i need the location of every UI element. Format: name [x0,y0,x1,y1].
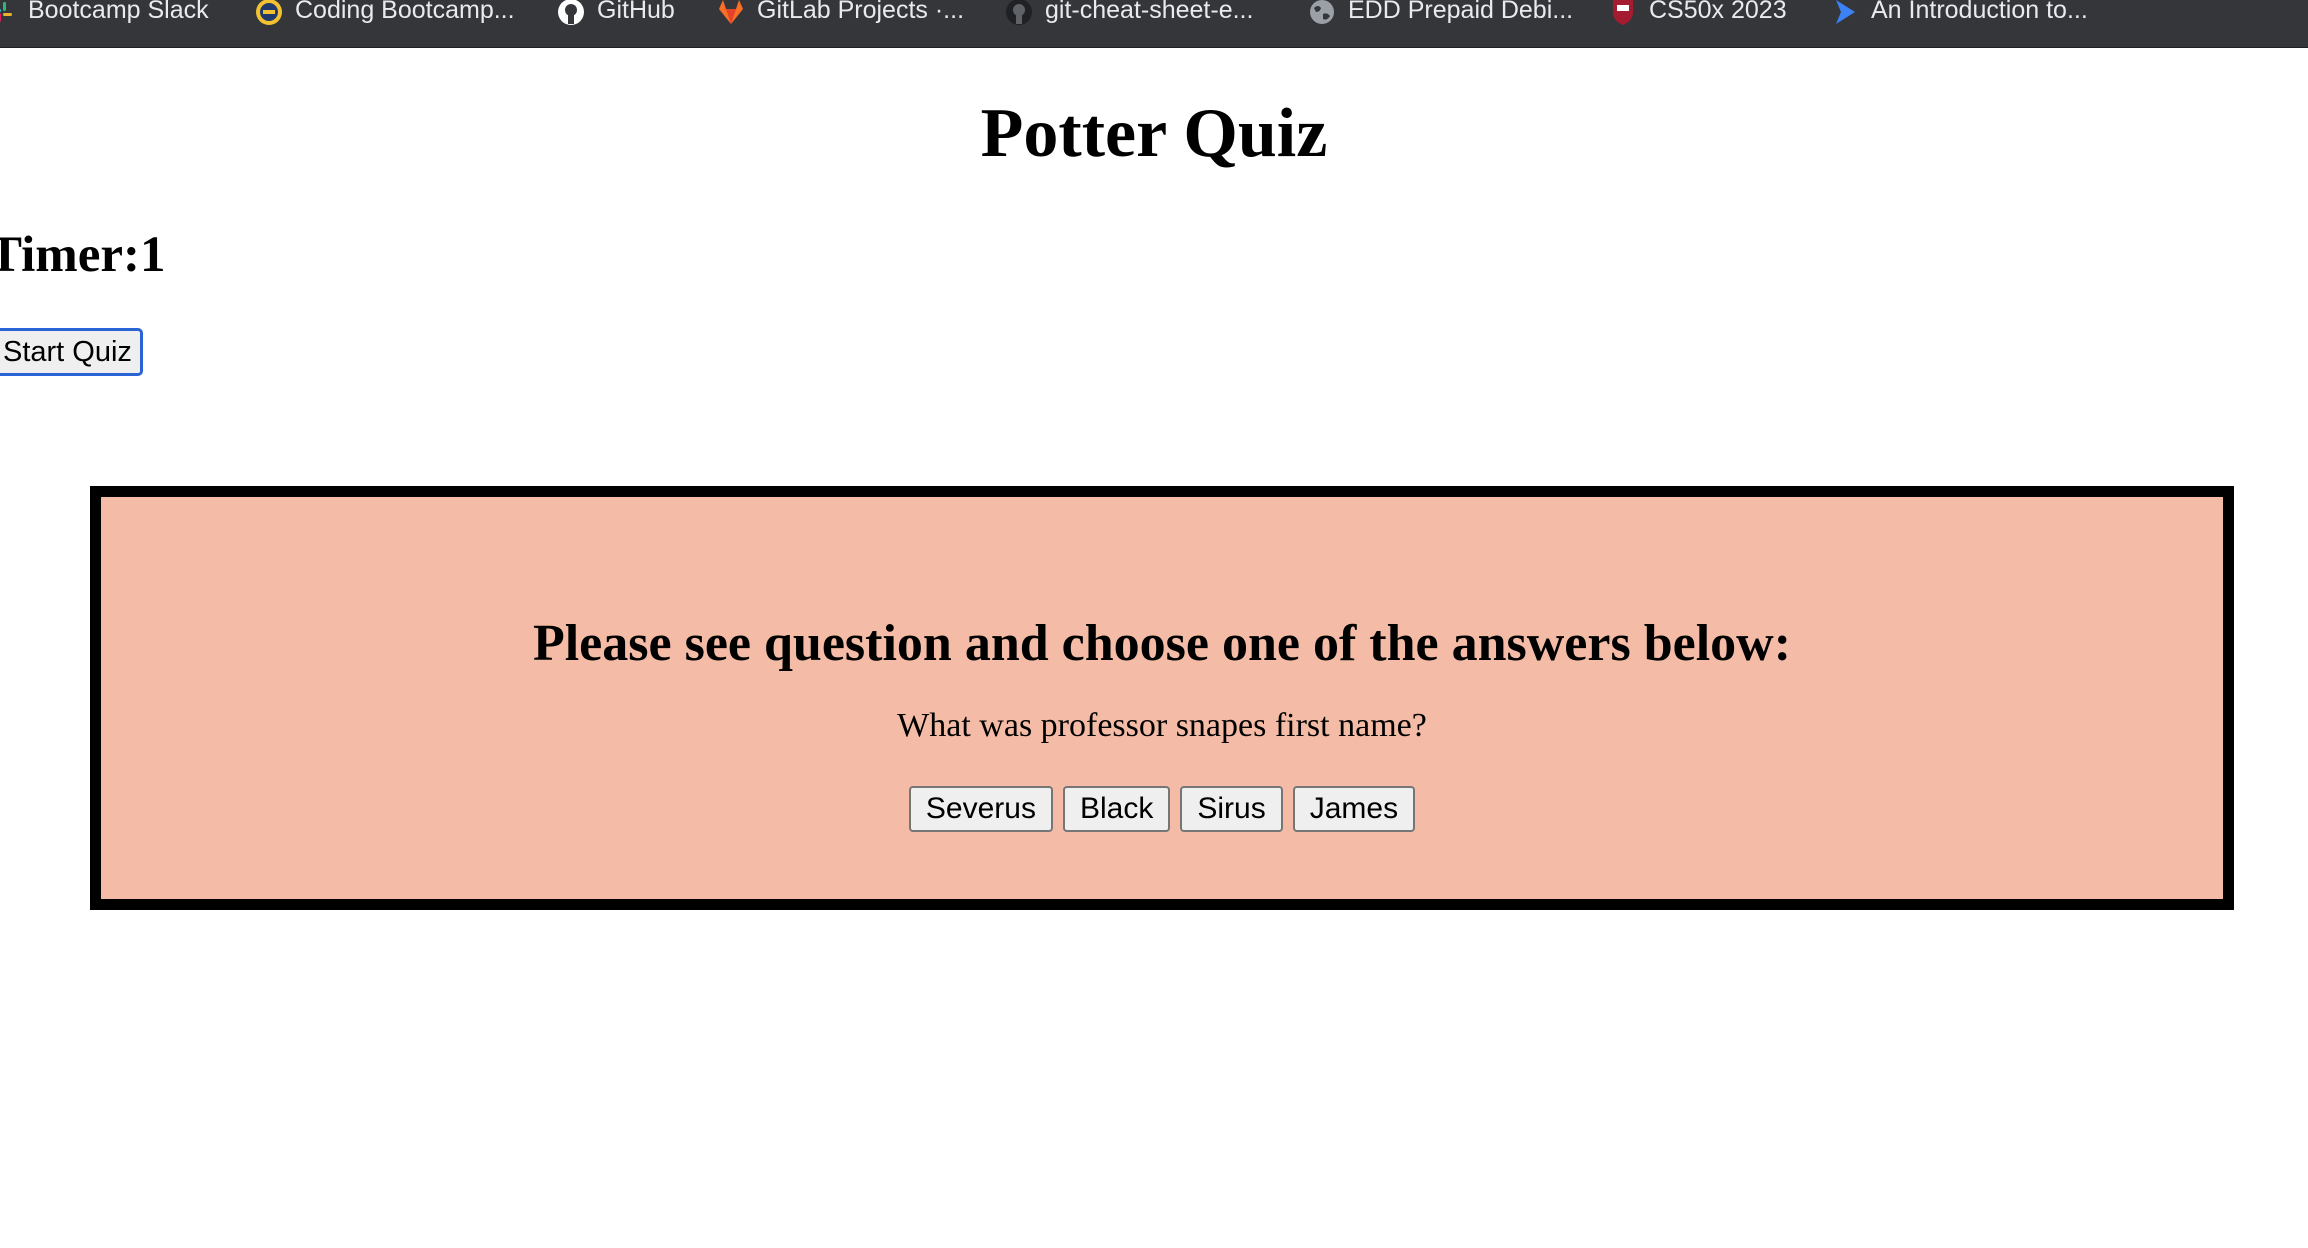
page-title: Potter Quiz [980,95,1328,172]
bookmark-label: git-cheat-sheet-e... [1045,0,1254,24]
bookmark-label: CS50x 2023 [1649,0,1787,24]
answer-button-james[interactable]: James [1292,786,1416,832]
bookmark-label: GitLab Projects ·... [757,0,965,24]
globe-icon [1308,0,1336,26]
answer-button-severus[interactable]: Severus [908,786,1053,832]
start-quiz-button[interactable]: Start Quiz [0,328,143,376]
bookmark-edd-prepaid[interactable]: EDD Prepaid Debi... [1308,0,1573,24]
bookmarks-bar: Bootcamp Slack Coding Bootcamp... GitHub [0,0,2308,48]
bookmark-git-cheat-sheet[interactable]: git-cheat-sheet-e... [1005,0,1254,26]
bookmark-bootcamp-slack[interactable]: Bootcamp Slack [0,0,209,24]
bootcamp-logo-icon [255,0,283,26]
bookmark-label: Bootcamp Slack [28,0,209,24]
bookmark-an-introduction[interactable]: An Introduction to... [1831,0,2088,24]
answer-button-sirus[interactable]: Sirus [1180,786,1283,832]
github-icon [1005,0,1033,26]
harvard-shield-icon [1609,0,1637,26]
bookmark-label: EDD Prepaid Debi... [1348,0,1574,24]
answer-options: Severus Black Sirus James [101,786,2223,832]
github-icon [557,0,585,26]
play-arrow-icon [1831,0,1859,26]
slack-icon [0,0,16,26]
gitlab-icon [717,0,745,26]
bookmark-label: Coding Bootcamp... [295,0,515,24]
bookmark-label: An Introduction to... [1871,0,2088,24]
bookmark-label: GitHub [597,0,675,24]
answer-button-black[interactable]: Black [1062,786,1171,832]
quiz-instructions-heading: Please see question and choose one of th… [532,615,1792,672]
quiz-question: What was professor snapes first name? [897,707,1427,744]
bookmark-coding-bootcamp[interactable]: Coding Bootcamp... [255,0,515,26]
bookmark-github[interactable]: GitHub [557,0,675,26]
bookmark-cs50x[interactable]: CS50x 2023 [1609,0,1787,26]
bookmark-gitlab-projects[interactable]: GitLab Projects ·... [717,0,964,24]
timer-display: Timer:1 [0,227,166,283]
quiz-panel: Please see question and choose one of th… [90,486,2234,910]
